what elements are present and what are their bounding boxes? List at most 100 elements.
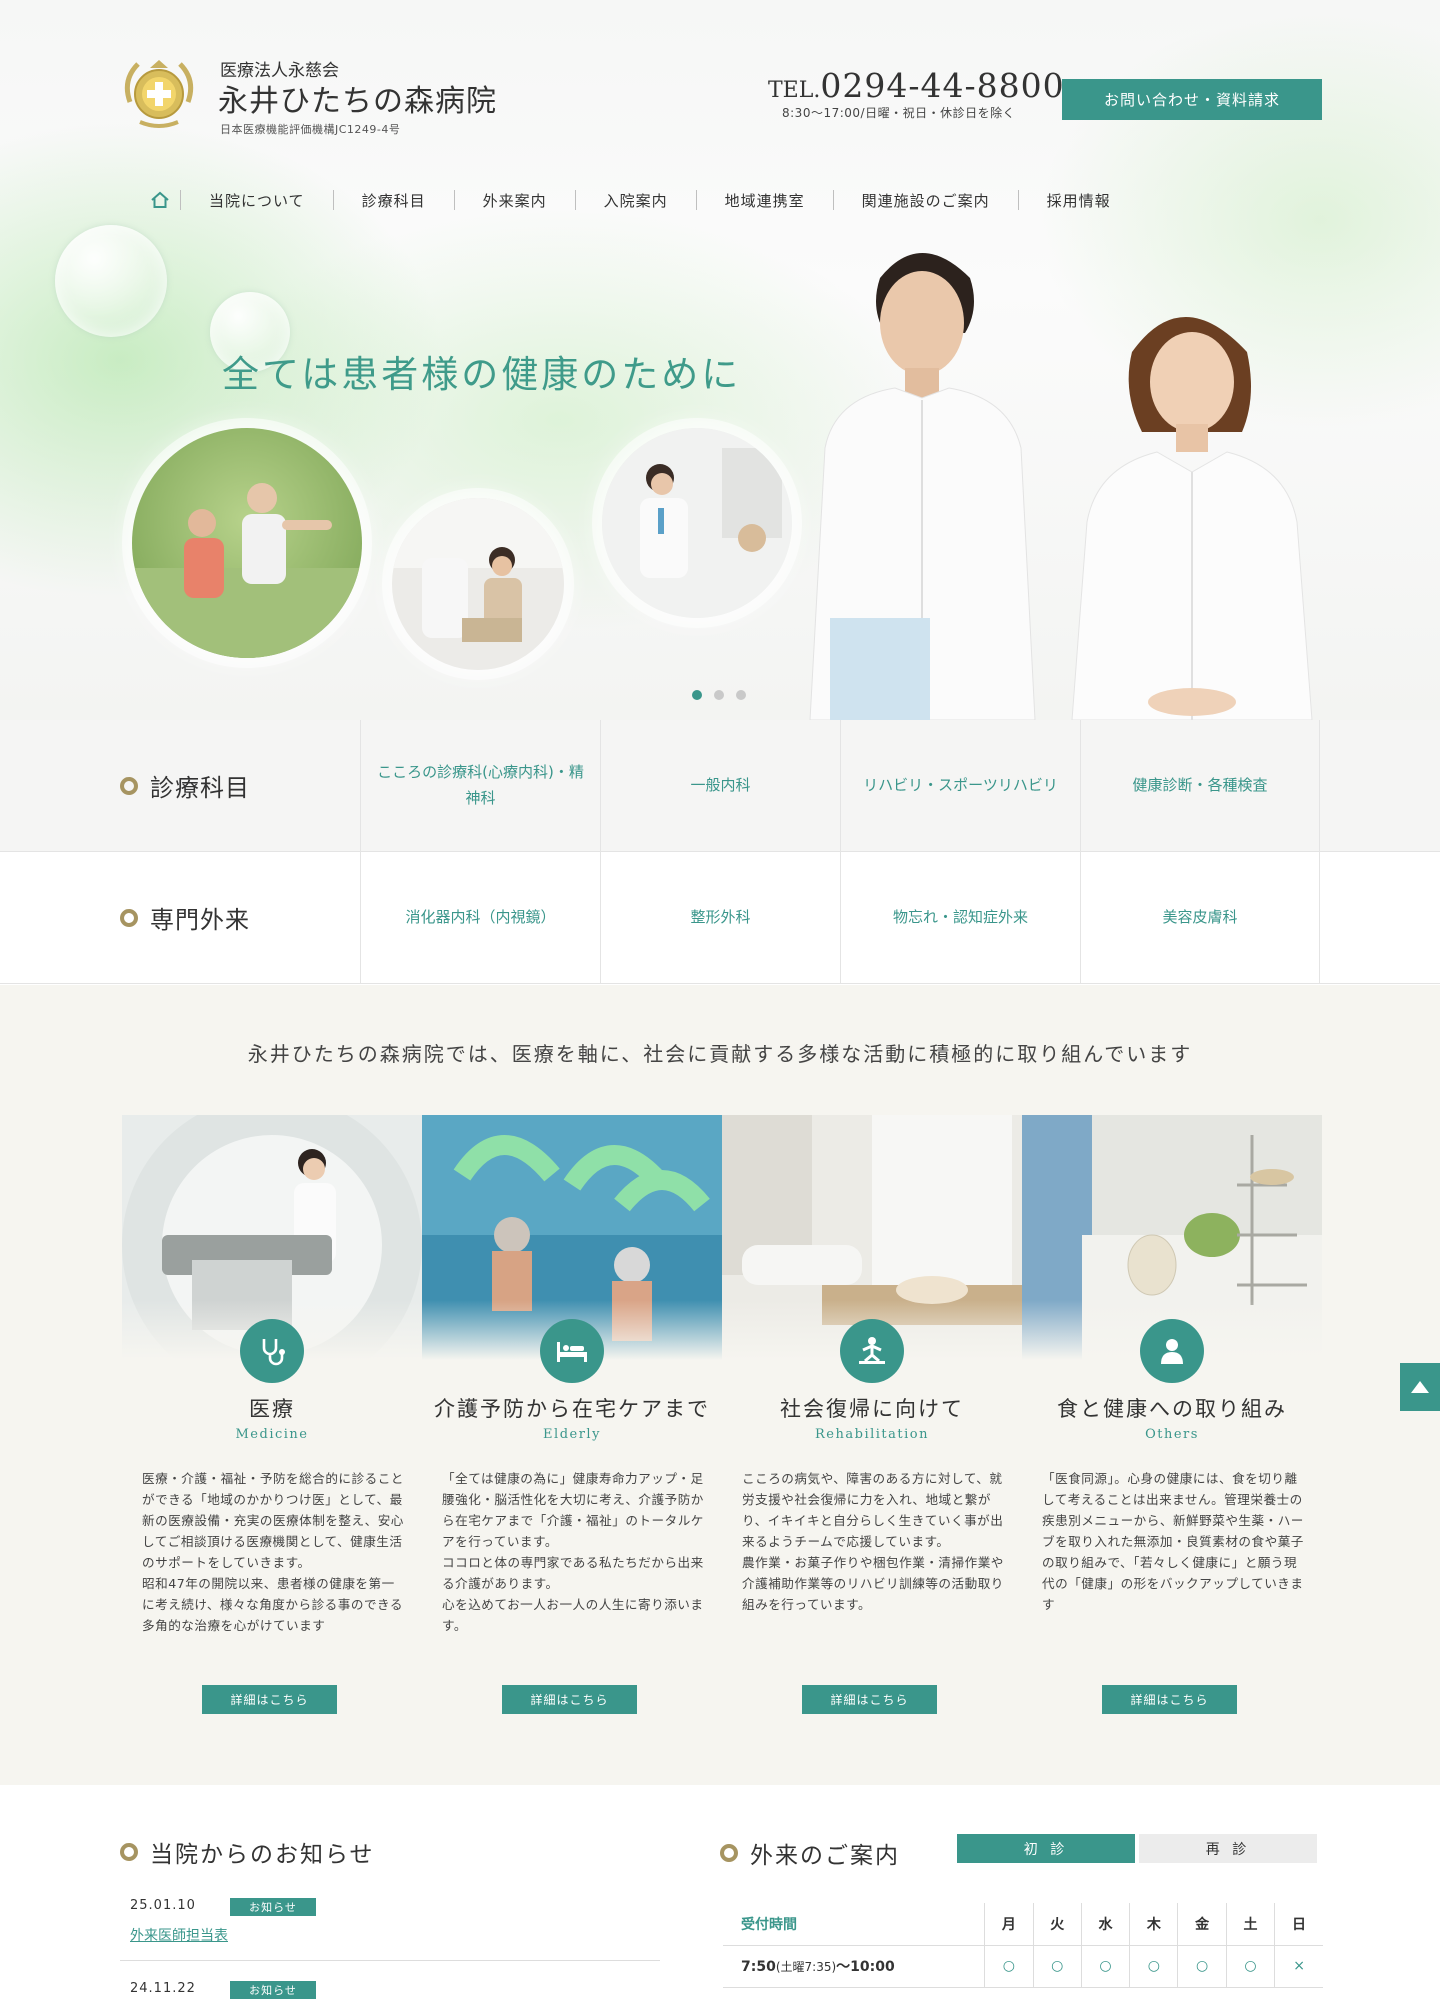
department-link[interactable]: こころの診療科(心療内科)・精神科 — [360, 720, 600, 851]
time-note: (土曜7:35) — [775, 1960, 837, 1974]
news-title: 当院からのお知らせ — [150, 1842, 375, 1868]
nav-item-recruit[interactable]: 採用情報 — [1019, 190, 1139, 211]
availability-mark: ○ — [1225, 1945, 1275, 1988]
activity-card-medicine: 医療 Medicine 医療・介護・福祉・予防を総合的に診ることができる「地域の… — [122, 1115, 422, 1715]
tab-return-visit[interactable]: 再 診 — [1139, 1834, 1317, 1863]
hero: 医療法人永慈会 永井ひたちの森病院 日本医療機能評価機構JC1249-4号 TE… — [0, 0, 1440, 720]
activity-subtitle: Rehabilitation — [815, 1427, 929, 1442]
department-grid: 診療科目 こころの診療科(心療内科)・精神科 一般内科 リハビリ・スポーツリハビ… — [0, 720, 1440, 985]
day-header: 日 — [1274, 1903, 1323, 1946]
department-link[interactable]: 健康診断・各種検査 — [1080, 720, 1320, 851]
activity-card-elderly: 介護予防から在宅ケアまで Elderly 「全ては健康の為に」健康寿命力アップ・… — [422, 1115, 722, 1715]
activities-lead: 永井ひたちの森病院では、医療を軸に、社会に貢献する多様な活動に積極的に取り組んで… — [247, 1042, 1193, 1066]
hospital-logo — [124, 60, 194, 128]
day-header: 水 — [1080, 1903, 1130, 1946]
rehabilitation-icon — [840, 1319, 904, 1383]
activity-title: 医療 — [249, 1397, 295, 1421]
day-header: 月 — [984, 1903, 1034, 1946]
nav-item-about[interactable]: 当院について — [181, 190, 333, 211]
department-link[interactable]: 物忘れ・認知症外来 — [840, 852, 1080, 983]
hospital-name[interactable]: 永井ひたちの森病院 — [218, 76, 497, 120]
reception-time: 7:50(土曜7:35)〜10:00 — [723, 1945, 985, 1988]
activity-detail-button[interactable]: 詳細はこちら — [502, 1685, 637, 1714]
business-hours: 8:30〜17:00/日曜・祝日・休診日を除く — [782, 106, 1016, 120]
news-category-badge: お知らせ — [230, 1981, 316, 1999]
news-date: 25.01.10 — [130, 1898, 196, 1913]
hero-nurse-female — [1071, 317, 1313, 720]
activity-title: 食と健康への取り組み — [1057, 1397, 1287, 1421]
department-heading-text: 診療科目 — [150, 774, 250, 802]
schedule-row: 7:50(土曜7:35)〜10:00 ○ ○ ○ ○ ○ ○ × — [723, 1945, 1323, 1988]
nav-item-departments[interactable]: 診療科目 — [334, 190, 454, 211]
day-header: 土 — [1225, 1903, 1275, 1946]
activity-detail-button[interactable]: 詳細はこちら — [802, 1685, 937, 1714]
decorative-bubble — [55, 225, 167, 337]
slider-dot-1[interactable] — [692, 690, 702, 700]
activity-detail-button[interactable]: 詳細はこちら — [202, 1685, 337, 1714]
slider-dots — [692, 690, 746, 700]
department-row-clinical: 診療科目 こころの診療科(心療内科)・精神科 一般内科 リハビリ・スポーツリハビ… — [0, 720, 1440, 852]
outpatient-tabs: 初 診 再 診 — [957, 1834, 1317, 1863]
activity-subtitle: Others — [1145, 1427, 1199, 1442]
department-link[interactable]: リハビリ・スポーツリハビリ — [840, 720, 1080, 851]
department-link[interactable]: 一般内科 — [600, 720, 840, 851]
nav-item-inpatient[interactable]: 入院案内 — [576, 190, 696, 211]
schedule-header-row: 受付時間 月 火 水 木 金 土 日 — [723, 1903, 1323, 1946]
page-top-button[interactable] — [1400, 1363, 1440, 1411]
tel-prefix: TEL. — [768, 78, 821, 103]
availability-mark: ○ — [1177, 1945, 1227, 1988]
contact-request-button[interactable]: お問い合わせ・資料請求 — [1062, 79, 1322, 120]
tab-first-visit[interactable]: 初 診 — [957, 1834, 1135, 1863]
time-start: 7:50 — [741, 1959, 776, 1975]
activity-subtitle: Medicine — [235, 1427, 309, 1442]
news-link[interactable]: 外来医師担当表 — [130, 1925, 228, 1945]
department-link[interactable]: 整形外科 — [600, 852, 840, 983]
news-category-badge: お知らせ — [230, 1898, 316, 1916]
ring-bullet-icon — [120, 1843, 138, 1861]
department-link[interactable]: 消化器内科（内視鏡） — [360, 852, 600, 983]
accreditation-text: 日本医療機能評価機構JC1249-4号 — [220, 123, 401, 136]
activity-detail-button[interactable]: 詳細はこちら — [1102, 1685, 1237, 1714]
stethoscope-icon — [240, 1319, 304, 1383]
reception-hours-header: 受付時間 — [723, 1903, 985, 1946]
hero-catchphrase: 全ては患者様の健康のために — [222, 353, 742, 396]
arrow-up-icon — [1411, 1381, 1429, 1393]
ring-bullet-icon — [720, 1844, 738, 1862]
activity-card-rehabilitation: 社会復帰に向けて Rehabilitation こころの病気や、障害のある方に対… — [722, 1115, 1022, 1715]
bed-care-icon — [540, 1319, 604, 1383]
department-link[interactable]: 美容皮膚科 — [1080, 852, 1320, 983]
news-divider — [120, 1960, 660, 1961]
activity-description: 医療・介護・福祉・予防を総合的に診ることができる「地域のかかりつけ医」として、最… — [142, 1471, 404, 1633]
department-heading-text: 専門外来 — [150, 906, 250, 934]
activity-description: 「全ては健康の為に」健康寿命力アップ・足腰強化・脳活性化を大切に考え、介護予防か… — [442, 1471, 704, 1633]
availability-mark: ○ — [1032, 1945, 1082, 1988]
phone-number[interactable]: TEL.0294-44-8800 — [768, 66, 1065, 105]
hero-photo-bubble-exercise — [132, 428, 362, 658]
tel-number: 0294-44-8800 — [820, 66, 1065, 105]
day-header: 木 — [1129, 1903, 1178, 1946]
activities-section: 永井ひたちの森病院では、医療を軸に、社会に貢献する多様な活動に積極的に取り組んで… — [0, 985, 1440, 1785]
news-date: 24.11.22 — [130, 1981, 196, 1996]
hero-doctor-male — [809, 253, 1036, 720]
activity-title: 介護予防から在宅ケアまで — [434, 1397, 710, 1421]
nav-item-outpatient[interactable]: 外来案内 — [455, 190, 575, 211]
person-icon — [1140, 1319, 1204, 1383]
hero-photo-bubble-nurse — [602, 428, 792, 618]
day-header: 火 — [1032, 1903, 1082, 1946]
nav-item-facilities[interactable]: 関連施設のご案内 — [834, 190, 1018, 211]
home-icon — [151, 191, 169, 208]
outpatient-schedule-table: 受付時間 月 火 水 木 金 土 日 7:50(土曜7:35)〜10:00 ○ … — [723, 1903, 1323, 1988]
activity-subtitle: Elderly — [543, 1427, 601, 1442]
time-end: 〜10:00 — [836, 1959, 895, 1975]
global-nav: 当院について 診療科目 外来案内 入院案内 地域連携室 関連施設のご案内 採用情… — [140, 187, 1139, 213]
department-row-heading: 診療科目 — [0, 720, 360, 851]
availability-mark: ○ — [984, 1945, 1034, 1988]
availability-mark: ○ — [1129, 1945, 1178, 1988]
slider-dot-2[interactable] — [714, 690, 724, 700]
nav-item-community[interactable]: 地域連携室 — [697, 190, 833, 211]
nav-home[interactable] — [140, 191, 180, 209]
activity-description: 「医食同源」。心身の健康には、食を切り離して考えることは出来ません。管理栄養士の… — [1042, 1471, 1304, 1612]
outpatient-title: 外来のご案内 — [750, 1843, 900, 1869]
activity-description: こころの病気や、障害のある方に対して、就労支援や社会復帰に力を入れ、地域と繋がり… — [742, 1471, 1004, 1612]
slider-dot-3[interactable] — [736, 690, 746, 700]
